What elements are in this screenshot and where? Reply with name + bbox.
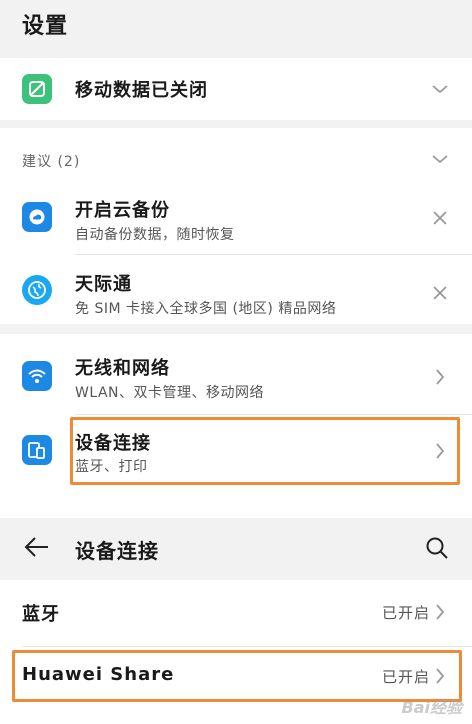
settings-item-title: 设备连接 — [75, 433, 151, 454]
close-icon[interactable] — [430, 208, 450, 228]
divider — [75, 414, 472, 415]
mobile-data-label: 移动数据已关闭 — [75, 80, 208, 101]
suggestions-header: 建议 (2) — [22, 154, 81, 170]
suggestions-card: 建议 (2) 开启云备份 自动备份数据，随时恢复 天际通 免 SIM 卡接入全球… — [0, 128, 472, 324]
chevron-right-icon — [430, 367, 450, 387]
separator — [0, 494, 472, 518]
page-title: 设置 — [22, 14, 69, 39]
divider — [75, 254, 472, 255]
suggestion-title: 开启云备份 — [75, 200, 170, 221]
settings-item-subtitle: 蓝牙、打印 — [75, 459, 148, 475]
watermark: Bai经验 — [401, 698, 462, 717]
suggestion-subtitle: 自动备份数据，随时恢复 — [75, 227, 235, 243]
page-title: 设备连接 — [75, 539, 159, 563]
device-connection-icon — [22, 435, 52, 465]
suggestion-subtitle: 免 SIM 卡接入全球多国 (地区) 精品网络 — [75, 301, 337, 317]
cloud-icon — [22, 202, 52, 232]
chevron-right-icon — [430, 441, 450, 461]
list-item-label: Huawei Share — [22, 664, 175, 685]
mobile-data-off-icon — [22, 74, 52, 104]
chevron-right-icon — [430, 602, 450, 622]
settings-list-card: 无线和网络 WLAN、双卡管理、移动网络 设备连接 蓝牙、打印 — [0, 334, 472, 494]
chevron-right-icon — [430, 666, 450, 686]
status-text: 已开启 — [381, 604, 430, 622]
divider — [22, 646, 472, 647]
settings-item-title: 无线和网络 — [75, 358, 170, 379]
close-icon[interactable] — [430, 283, 450, 303]
chevron-down-icon[interactable] — [430, 149, 450, 169]
list-item-label: 蓝牙 — [22, 604, 60, 625]
globe-icon — [22, 275, 52, 305]
back-arrow-icon[interactable] — [24, 534, 50, 560]
settings-item-subtitle: WLAN、双卡管理、移动网络 — [75, 385, 265, 401]
chevron-down-icon[interactable] — [430, 79, 450, 99]
suggestion-title: 天际通 — [75, 274, 132, 295]
mobile-data-card[interactable]: 移动数据已关闭 — [0, 58, 472, 120]
status-text: 已开启 — [381, 668, 430, 686]
wifi-icon — [22, 361, 52, 391]
search-icon[interactable] — [424, 535, 450, 561]
